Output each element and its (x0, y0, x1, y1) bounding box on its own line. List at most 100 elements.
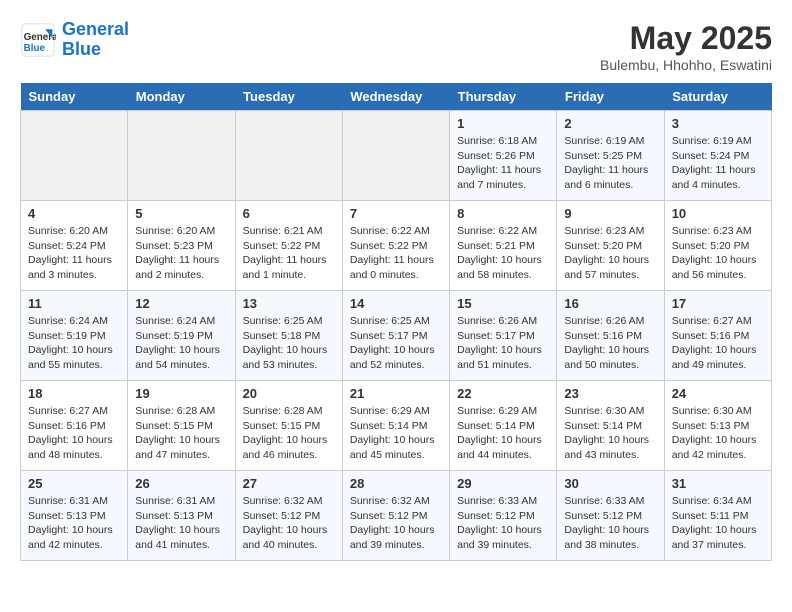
day-number: 31 (672, 476, 764, 491)
weekday-header: Thursday (450, 83, 557, 111)
calendar-cell: 3 Sunrise: 6:19 AM Sunset: 5:24 PM Daylig… (664, 111, 771, 201)
day-info: Sunrise: 6:20 AM Sunset: 5:24 PM Dayligh… (28, 224, 120, 283)
calendar-cell: 8 Sunrise: 6:22 AM Sunset: 5:21 PM Daylig… (450, 201, 557, 291)
day-number: 17 (672, 296, 764, 311)
day-info: Sunrise: 6:19 AM Sunset: 5:25 PM Dayligh… (564, 134, 656, 193)
day-info: Sunrise: 6:25 AM Sunset: 5:18 PM Dayligh… (243, 314, 335, 373)
day-number: 5 (135, 206, 227, 221)
day-info: Sunrise: 6:24 AM Sunset: 5:19 PM Dayligh… (28, 314, 120, 373)
day-number: 10 (672, 206, 764, 221)
day-info: Sunrise: 6:32 AM Sunset: 5:12 PM Dayligh… (350, 494, 442, 553)
day-number: 22 (457, 386, 549, 401)
calendar-cell: 13 Sunrise: 6:25 AM Sunset: 5:18 PM Dayli… (235, 291, 342, 381)
calendar-cell (128, 111, 235, 201)
calendar-week-row: 11 Sunrise: 6:24 AM Sunset: 5:19 PM Dayli… (21, 291, 772, 381)
day-info: Sunrise: 6:27 AM Sunset: 5:16 PM Dayligh… (28, 404, 120, 463)
day-info: Sunrise: 6:20 AM Sunset: 5:23 PM Dayligh… (135, 224, 227, 283)
calendar-table: SundayMondayTuesdayWednesdayThursdayFrid… (20, 83, 772, 561)
day-number: 7 (350, 206, 442, 221)
day-info: Sunrise: 6:22 AM Sunset: 5:21 PM Dayligh… (457, 224, 549, 283)
calendar-week-row: 1Sunrise: 6:18 AM Sunset: 5:26 PM Daylig… (21, 111, 772, 201)
day-number: 13 (243, 296, 335, 311)
calendar-cell: 1Sunrise: 6:18 AM Sunset: 5:26 PM Daylig… (450, 111, 557, 201)
calendar-week-row: 4Sunrise: 6:20 AM Sunset: 5:24 PM Daylig… (21, 201, 772, 291)
calendar-cell: 23 Sunrise: 6:30 AM Sunset: 5:14 PM Dayli… (557, 381, 664, 471)
calendar-cell: 17 Sunrise: 6:27 AM Sunset: 5:16 PM Dayli… (664, 291, 771, 381)
day-number: 8 (457, 206, 549, 221)
day-number: 26 (135, 476, 227, 491)
weekday-header: Friday (557, 83, 664, 111)
day-number: 20 (243, 386, 335, 401)
calendar-cell: 16Sunrise: 6:26 AM Sunset: 5:16 PM Dayli… (557, 291, 664, 381)
day-number: 11 (28, 296, 120, 311)
day-number: 27 (243, 476, 335, 491)
calendar-cell: 14Sunrise: 6:25 AM Sunset: 5:17 PM Dayli… (342, 291, 449, 381)
month-year: May 2025 (600, 20, 772, 57)
day-number: 12 (135, 296, 227, 311)
logo-icon: General Blue (20, 22, 56, 58)
calendar-cell: 24Sunrise: 6:30 AM Sunset: 5:13 PM Dayli… (664, 381, 771, 471)
calendar-cell: 26 Sunrise: 6:31 AM Sunset: 5:13 PM Dayli… (128, 471, 235, 561)
calendar-cell (235, 111, 342, 201)
location: Bulembu, Hhohho, Eswatini (600, 57, 772, 73)
day-number: 3 (672, 116, 764, 131)
calendar-cell: 21 Sunrise: 6:29 AM Sunset: 5:14 PM Dayli… (342, 381, 449, 471)
day-info: Sunrise: 6:30 AM Sunset: 5:14 PM Dayligh… (564, 404, 656, 463)
day-info: Sunrise: 6:24 AM Sunset: 5:19 PM Dayligh… (135, 314, 227, 373)
title-block: May 2025 Bulembu, Hhohho, Eswatini (600, 20, 772, 73)
weekday-header: Monday (128, 83, 235, 111)
calendar-cell: 31Sunrise: 6:34 AM Sunset: 5:11 PM Dayli… (664, 471, 771, 561)
day-info: Sunrise: 6:31 AM Sunset: 5:13 PM Dayligh… (28, 494, 120, 553)
calendar-cell: 27 Sunrise: 6:32 AM Sunset: 5:12 PM Dayli… (235, 471, 342, 561)
day-info: Sunrise: 6:33 AM Sunset: 5:12 PM Dayligh… (564, 494, 656, 553)
day-info: Sunrise: 6:22 AM Sunset: 5:22 PM Dayligh… (350, 224, 442, 283)
day-number: 19 (135, 386, 227, 401)
calendar-cell: 11 Sunrise: 6:24 AM Sunset: 5:19 PM Dayli… (21, 291, 128, 381)
weekday-header: Sunday (21, 83, 128, 111)
day-number: 21 (350, 386, 442, 401)
day-number: 29 (457, 476, 549, 491)
day-info: Sunrise: 6:23 AM Sunset: 5:20 PM Dayligh… (672, 224, 764, 283)
weekday-header: Tuesday (235, 83, 342, 111)
svg-text:Blue: Blue (24, 43, 46, 54)
calendar-cell: 7 Sunrise: 6:22 AM Sunset: 5:22 PM Daylig… (342, 201, 449, 291)
calendar-cell: 20 Sunrise: 6:28 AM Sunset: 5:15 PM Dayli… (235, 381, 342, 471)
day-info: Sunrise: 6:23 AM Sunset: 5:20 PM Dayligh… (564, 224, 656, 283)
calendar-cell: 4Sunrise: 6:20 AM Sunset: 5:24 PM Daylig… (21, 201, 128, 291)
calendar-cell: 22Sunrise: 6:29 AM Sunset: 5:14 PM Dayli… (450, 381, 557, 471)
calendar-cell: 10 Sunrise: 6:23 AM Sunset: 5:20 PM Dayli… (664, 201, 771, 291)
calendar-cell: 28Sunrise: 6:32 AM Sunset: 5:12 PM Dayli… (342, 471, 449, 561)
calendar-cell: 19Sunrise: 6:28 AM Sunset: 5:15 PM Dayli… (128, 381, 235, 471)
day-info: Sunrise: 6:32 AM Sunset: 5:12 PM Dayligh… (243, 494, 335, 553)
calendar-cell: 18 Sunrise: 6:27 AM Sunset: 5:16 PM Dayli… (21, 381, 128, 471)
calendar-cell: 15 Sunrise: 6:26 AM Sunset: 5:17 PM Dayli… (450, 291, 557, 381)
day-info: Sunrise: 6:28 AM Sunset: 5:15 PM Dayligh… (243, 404, 335, 463)
day-number: 15 (457, 296, 549, 311)
day-info: Sunrise: 6:25 AM Sunset: 5:17 PM Dayligh… (350, 314, 442, 373)
weekday-header: Saturday (664, 83, 771, 111)
day-info: Sunrise: 6:31 AM Sunset: 5:13 PM Dayligh… (135, 494, 227, 553)
logo-text: GeneralBlue (62, 20, 129, 60)
weekday-header: Wednesday (342, 83, 449, 111)
day-number: 24 (672, 386, 764, 401)
day-number: 2 (564, 116, 656, 131)
calendar-cell: 6Sunrise: 6:21 AM Sunset: 5:22 PM Daylig… (235, 201, 342, 291)
calendar-cell: 5 Sunrise: 6:20 AM Sunset: 5:23 PM Daylig… (128, 201, 235, 291)
day-info: Sunrise: 6:19 AM Sunset: 5:24 PM Dayligh… (672, 134, 764, 193)
weekday-header-row: SundayMondayTuesdayWednesdayThursdayFrid… (21, 83, 772, 111)
day-info: Sunrise: 6:26 AM Sunset: 5:16 PM Dayligh… (564, 314, 656, 373)
day-info: Sunrise: 6:26 AM Sunset: 5:17 PM Dayligh… (457, 314, 549, 373)
page-header: General Blue GeneralBlue May 2025 Bulemb… (20, 20, 772, 73)
day-info: Sunrise: 6:29 AM Sunset: 5:14 PM Dayligh… (350, 404, 442, 463)
day-number: 1 (457, 116, 549, 131)
day-number: 25 (28, 476, 120, 491)
day-number: 18 (28, 386, 120, 401)
calendar-cell (342, 111, 449, 201)
day-info: Sunrise: 6:27 AM Sunset: 5:16 PM Dayligh… (672, 314, 764, 373)
day-info: Sunrise: 6:33 AM Sunset: 5:12 PM Dayligh… (457, 494, 549, 553)
calendar-cell: 2 Sunrise: 6:19 AM Sunset: 5:25 PM Daylig… (557, 111, 664, 201)
calendar-cell: 29 Sunrise: 6:33 AM Sunset: 5:12 PM Dayli… (450, 471, 557, 561)
logo: General Blue GeneralBlue (20, 20, 129, 60)
day-number: 23 (564, 386, 656, 401)
day-number: 9 (564, 206, 656, 221)
